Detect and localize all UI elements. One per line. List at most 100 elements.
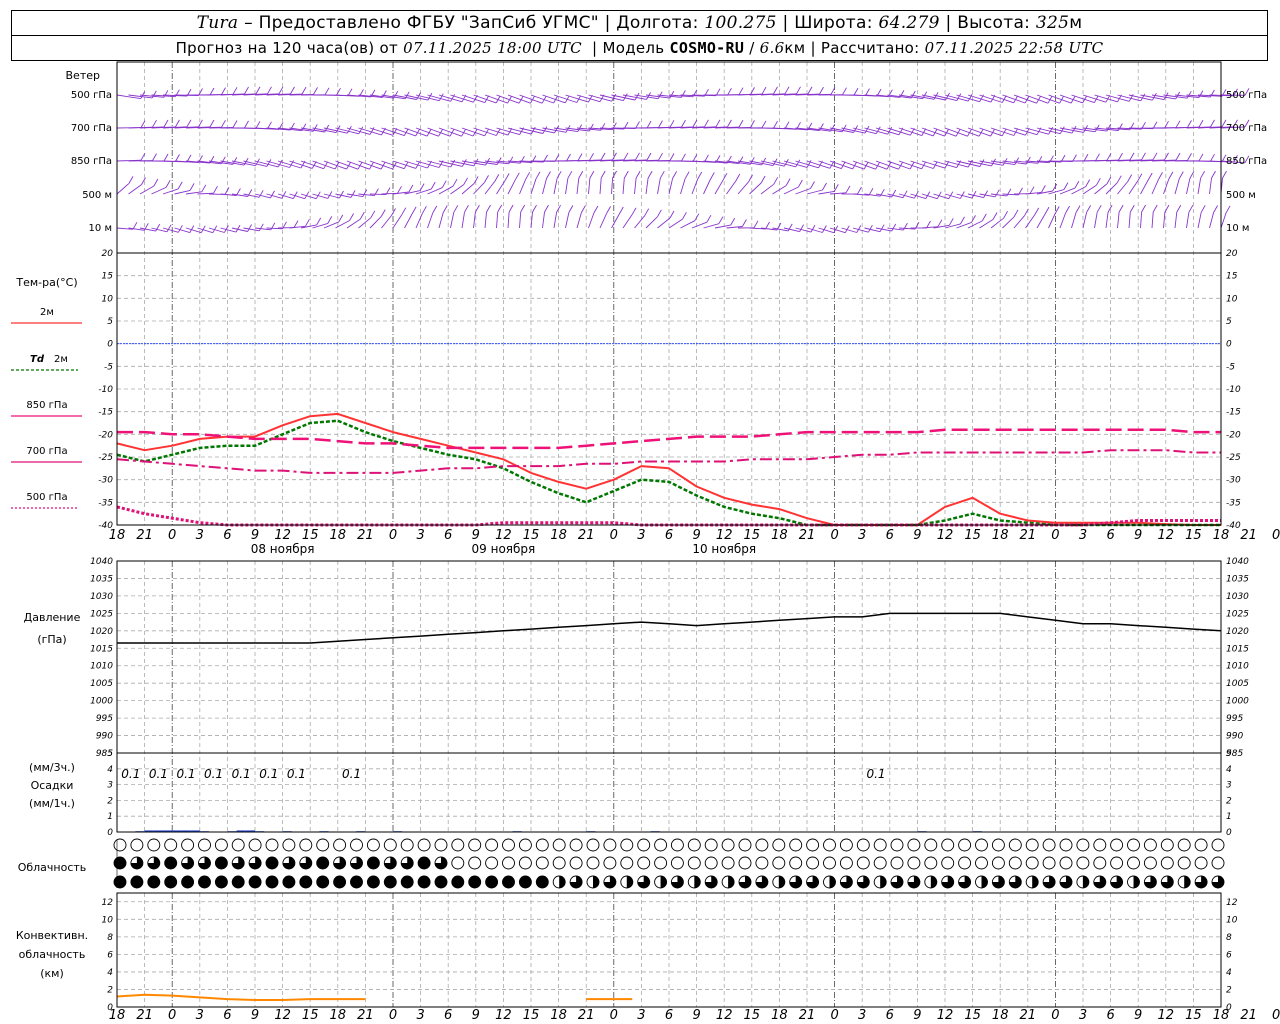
x-tick-label-bottom: 12 bbox=[495, 1008, 512, 1023]
x-tick-label-bottom: 18 bbox=[109, 1008, 126, 1023]
wind-barb-flag bbox=[542, 126, 548, 134]
pres-ytick-right: 990 bbox=[1226, 732, 1243, 742]
x-tick-label-bottom: 15 bbox=[744, 1008, 761, 1023]
wind-barb-flag bbox=[338, 214, 344, 223]
conv-ytick-left: 12 bbox=[102, 898, 114, 908]
wind-barb-icon bbox=[611, 177, 614, 195]
cloud-cover-circle-icon bbox=[248, 875, 262, 889]
cloud-cover-circle-icon bbox=[164, 856, 178, 870]
cloud-cover-circle-icon bbox=[1008, 856, 1022, 870]
cloud-cover-circle-icon bbox=[113, 875, 127, 889]
wind-barb-flag bbox=[497, 204, 503, 213]
cloud-cover-fill bbox=[559, 876, 566, 888]
cloud-cover-circle-icon bbox=[400, 838, 414, 852]
cloud-cover-circle-icon bbox=[806, 856, 820, 870]
cloud-cover-circle-icon bbox=[907, 856, 921, 870]
wind-barb-icon bbox=[1036, 127, 1061, 135]
conv-ytick-right: 8 bbox=[1226, 933, 1232, 943]
temp-ytick-right: 0 bbox=[1226, 340, 1232, 350]
wind-barb-icon bbox=[496, 127, 520, 136]
wind-barb-icon bbox=[1117, 181, 1129, 195]
wind-barb-flag bbox=[623, 170, 629, 179]
wind-barb-icon bbox=[864, 160, 888, 170]
temp-ytick-right: 20 bbox=[1226, 249, 1238, 259]
conv-title-1: Конвективн. bbox=[16, 929, 88, 942]
wind-barb-icon bbox=[1025, 94, 1049, 104]
wind-barb-icon bbox=[967, 220, 983, 229]
wind-barb-icon bbox=[530, 127, 555, 134]
cloud-cover-circle-icon bbox=[417, 875, 431, 889]
wind-barb-flag bbox=[177, 181, 183, 190]
cloud-cover-circle-icon bbox=[417, 856, 431, 870]
wind-barb-flag bbox=[132, 222, 138, 230]
conv-unit: (км) bbox=[40, 967, 64, 980]
wind-barb-flag bbox=[646, 152, 652, 161]
cloud-cover-circle-icon bbox=[113, 838, 127, 852]
wind-barb-flag bbox=[1107, 204, 1113, 213]
wind-barb-icon bbox=[553, 212, 558, 229]
wind-barb-flag bbox=[504, 173, 510, 181]
x-tick-label-bottom: 18 bbox=[550, 1008, 567, 1023]
wind-barb-icon bbox=[1186, 212, 1190, 229]
wind-barb-icon bbox=[668, 218, 683, 229]
cloud-cover-circle-icon bbox=[518, 875, 532, 889]
wind-barb-flag bbox=[442, 205, 448, 213]
pressure-unit: (гПа) bbox=[37, 633, 66, 646]
wind-barb-icon bbox=[668, 178, 674, 195]
x-tick-label: 0 bbox=[610, 528, 618, 543]
wind-barb-flag bbox=[153, 178, 159, 187]
wind-barb-flag bbox=[221, 119, 226, 128]
cloud-cover-circle-icon bbox=[1025, 856, 1039, 870]
wind-barb-icon bbox=[507, 127, 532, 135]
wind-barb-flag bbox=[956, 93, 962, 101]
x-tick-label: 0 bbox=[1051, 528, 1059, 543]
wind-barb-icon bbox=[450, 212, 455, 229]
x-tick-label-bottom: 6 bbox=[1106, 1008, 1114, 1023]
x-tick-label-bottom: 21 bbox=[136, 1008, 153, 1023]
prec-ytick-left: 0 bbox=[107, 828, 113, 838]
wind-barb-flag bbox=[1118, 204, 1124, 213]
wind-level-4-right: 500 м bbox=[1226, 190, 1256, 201]
wind-barb-flag bbox=[761, 86, 767, 95]
wind-title: Ветер bbox=[66, 69, 100, 82]
conv-ytick-left: 6 bbox=[107, 950, 113, 960]
wind-barb-flag bbox=[525, 171, 531, 180]
cloud-cover-circle-icon bbox=[772, 856, 786, 870]
wind-barb-flag bbox=[520, 204, 526, 213]
wind-barb-icon bbox=[898, 160, 922, 170]
wind-barb-flag bbox=[397, 186, 402, 194]
wind-barb-flag bbox=[971, 215, 976, 223]
wind-barb-icon bbox=[990, 127, 1014, 136]
cloud-cover-circle-icon bbox=[518, 856, 532, 870]
cloud-cover-fill bbox=[694, 876, 701, 888]
wind-barb-flag bbox=[152, 153, 157, 161]
wind-barb-flag bbox=[1152, 204, 1158, 213]
wind-barb-flag bbox=[1118, 152, 1123, 161]
wind-barb-icon bbox=[1071, 186, 1086, 195]
wind-barb-icon bbox=[116, 94, 141, 100]
wind-barb-flag bbox=[554, 125, 559, 134]
convective-panel bbox=[116, 993, 633, 1001]
cloud-cover-circle-icon bbox=[991, 838, 1005, 852]
temp-ytick-left: -20 bbox=[98, 430, 113, 440]
wind-barb-flag bbox=[128, 176, 134, 184]
wind-barb-flag bbox=[1063, 182, 1069, 190]
temp-ytick-right: -10 bbox=[1226, 385, 1241, 395]
wind-barb-flag bbox=[618, 206, 624, 215]
cloud-cover-circle-icon bbox=[434, 838, 448, 852]
wind-panel bbox=[116, 86, 1250, 234]
cloud-cover-circle-icon bbox=[975, 856, 988, 870]
wind-barb-flag bbox=[1074, 180, 1080, 189]
cloud-cover-circle-icon bbox=[637, 838, 651, 852]
precip-annotation: 0.1 bbox=[287, 767, 306, 781]
wind-barb-flag bbox=[514, 172, 520, 181]
wind-barb-icon bbox=[760, 183, 774, 195]
wind-barb-flag bbox=[1127, 174, 1133, 182]
cloud-cover-circle-icon bbox=[1143, 856, 1157, 870]
x-tick-label-bottom: 21 bbox=[1240, 1008, 1257, 1023]
wind-barb-flag bbox=[1029, 186, 1035, 194]
wind-barb-flag bbox=[209, 119, 215, 128]
wind-barb-flag bbox=[1222, 170, 1227, 179]
wind-barb-flag bbox=[281, 191, 287, 199]
wind-barb-flag bbox=[1198, 153, 1204, 162]
